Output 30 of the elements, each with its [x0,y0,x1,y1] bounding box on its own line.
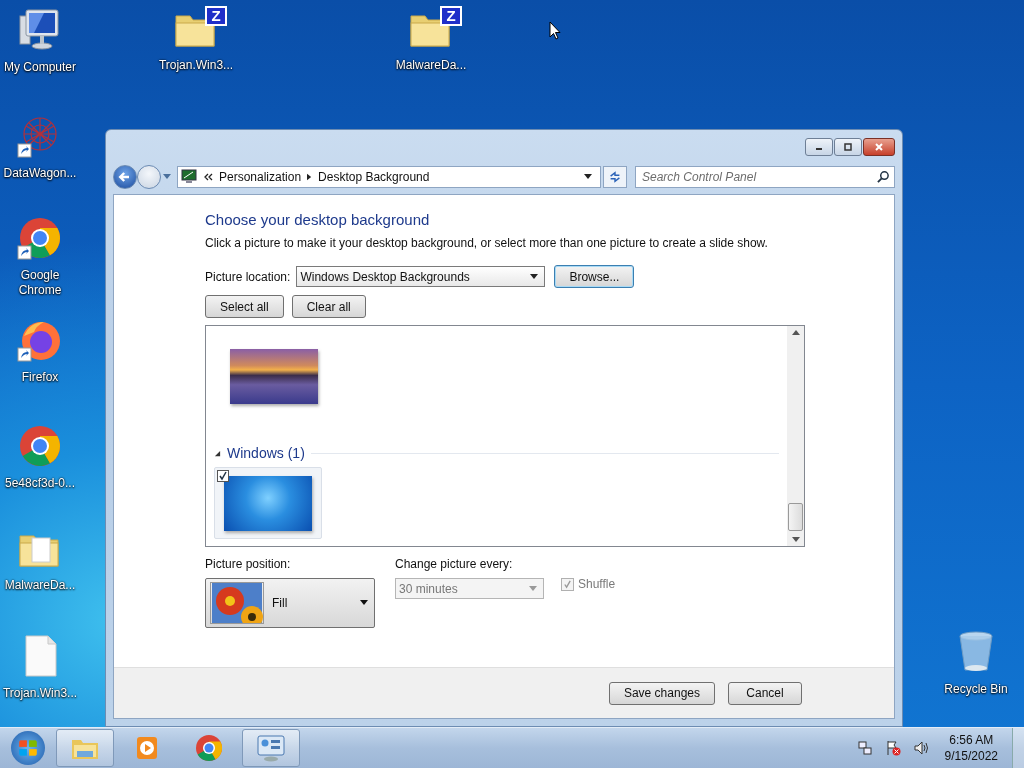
desktop-icon-label[interactable]: My Computer [4,60,76,75]
desktop-icon-label[interactable]: Recycle Bin [944,682,1008,697]
group-heading: Windows (1) [227,445,305,461]
page-description: Click a picture to make it your desktop background, or select more than one picture to create a slide show. [205,236,769,250]
browse-button[interactable]: Browse... [554,265,635,288]
picture-location-label: Picture location: [205,269,291,284]
address-bar[interactable]: Personalization Desktop Background [177,166,601,188]
change-picture-label: Change picture every: [395,557,514,571]
picture-location-dropdown[interactable]: Windows Desktop Backgrounds [296,266,546,287]
clock-time: 6:56 AM [949,732,994,748]
page-heading: Choose your desktop background [205,211,431,228]
select-all-button[interactable]: Select all [205,295,284,318]
clock-date: 9/15/2022 [944,748,998,764]
desktop-icon-label[interactable]: MalwareDa... [395,58,467,73]
zip-badge: Z [440,6,462,26]
desktop-icon-label[interactable]: DataWagon... [3,166,77,181]
cancel-button[interactable]: Cancel [728,681,802,705]
breadcrumb-item[interactable]: Desktop Background [318,170,430,184]
zip-badge: Z [205,6,227,26]
search-field[interactable]: Search Control Panel [635,166,895,188]
desktop-icon-label[interactable]: Firefox [21,370,59,385]
picture-position-label: Picture position: [205,557,292,571]
clock[interactable]: 6:56 AM 9/15/2022 [944,732,998,764]
shuffle-label: Shuffle [578,577,616,591]
clear-all-button[interactable]: Clear all [291,295,366,318]
picture-position-dropdown[interactable]: Fill [205,578,375,628]
desktop-icon-label[interactable]: Google Chrome [0,268,81,298]
desktop-icon-label[interactable]: Trojan.Win3... [158,58,234,73]
breadcrumb-item[interactable]: Personalization [219,170,302,184]
save-button[interactable]: Save changes [608,681,715,705]
